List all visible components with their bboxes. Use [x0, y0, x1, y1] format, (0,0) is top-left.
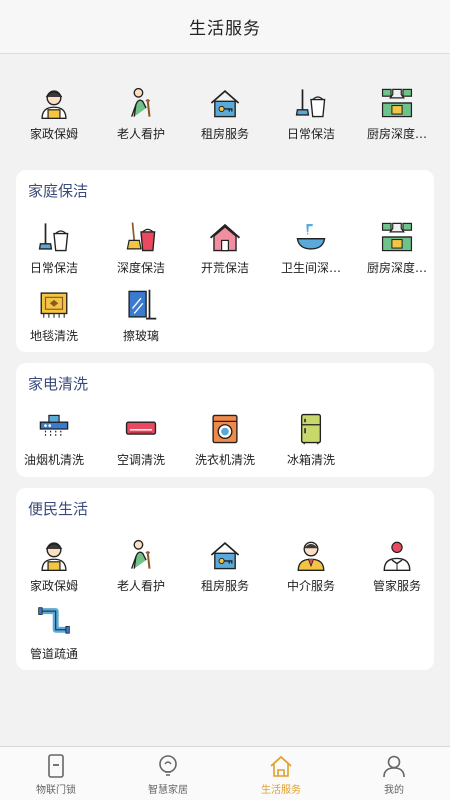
service-label: 开荒保洁 [200, 261, 249, 275]
profile-icon [381, 753, 407, 779]
service-item[interactable]: 租房服务 [180, 538, 270, 602]
pipe-icon [37, 606, 71, 640]
agent-icon [294, 538, 328, 572]
smart-home-icon [155, 753, 181, 779]
tab-label: 智慧家居 [148, 785, 188, 796]
section-title: 便民生活 [28, 500, 89, 518]
section-title: 家庭保洁 [28, 182, 89, 200]
service-label: 深度保洁 [116, 261, 165, 275]
service-item[interactable]: 厨房深度… [352, 86, 442, 150]
service-label: 租房服务 [200, 579, 249, 593]
service-item[interactable]: 空调清洗 [96, 412, 186, 476]
page-header: 生活服务 [0, 0, 450, 54]
service-label: 擦玻璃 [122, 329, 159, 343]
section-title: 家电清洗 [28, 375, 89, 393]
tab-smart-home[interactable]: 智慧家居 [112, 747, 224, 800]
service-label: 空调清洗 [116, 453, 165, 467]
kitchen-icon [380, 86, 414, 120]
service-item[interactable]: 卫生间深… [266, 220, 356, 284]
service-item[interactable]: 油烟机清洗 [9, 412, 99, 476]
service-item[interactable]: 日常保洁 [266, 86, 356, 150]
air-conditioner-icon [124, 412, 158, 446]
service-item[interactable]: 开荒保洁 [180, 220, 270, 284]
elderly-care-icon [124, 86, 158, 120]
nanny-icon [37, 538, 71, 572]
elderly-care-icon [124, 538, 158, 572]
service-label: 厨房深度… [366, 127, 427, 141]
tab-profile[interactable]: 我的 [338, 747, 450, 800]
tab-label: 我的 [384, 785, 404, 796]
service-item[interactable]: 管家服务 [352, 538, 442, 602]
service-label: 老人看护 [116, 127, 165, 141]
service-label: 洗衣机清洗 [194, 453, 255, 467]
service-label: 老人看护 [116, 579, 165, 593]
service-item[interactable]: 老人看护 [96, 86, 186, 150]
service-label: 油烟机清洗 [23, 453, 84, 467]
service-label: 管家服务 [372, 579, 421, 593]
service-item[interactable]: 地毯清洗 [9, 288, 99, 352]
service-label: 日常保洁 [29, 261, 78, 275]
service-item[interactable]: 冰箱清洗 [266, 412, 356, 476]
service-label: 日常保洁 [286, 127, 335, 141]
service-label: 管道疏通 [29, 647, 78, 661]
service-item[interactable]: 租房服务 [180, 86, 270, 150]
service-label: 冰箱清洗 [286, 453, 335, 467]
tab-label: 物联门锁 [36, 785, 76, 796]
butler-icon [380, 538, 414, 572]
kitchen-icon [380, 220, 414, 254]
life-service-icon [268, 753, 294, 779]
washbasin-icon [294, 220, 328, 254]
service-label: 家政保姆 [29, 127, 78, 141]
window-icon [124, 288, 158, 322]
house-icon [208, 220, 242, 254]
service-item[interactable]: 日常保洁 [9, 220, 99, 284]
service-label: 卫生间深… [280, 261, 341, 275]
tab-label: 生活服务 [261, 785, 301, 796]
page-title: 生活服务 [189, 19, 261, 39]
service-item[interactable]: 管道疏通 [9, 606, 99, 670]
service-item[interactable]: 厨房深度… [352, 220, 442, 284]
bottom-tabbar: 物联门锁 智慧家居 生活服务 我的 [0, 746, 450, 800]
house-key-icon [208, 86, 242, 120]
door-lock-icon [43, 753, 69, 779]
service-item[interactable]: 家政保姆 [9, 538, 99, 602]
fridge-icon [294, 412, 328, 446]
carpet-icon [37, 288, 71, 322]
service-label: 地毯清洗 [29, 329, 78, 343]
service-item[interactable]: 擦玻璃 [96, 288, 186, 352]
service-item[interactable]: 老人看护 [96, 538, 186, 602]
service-label: 厨房深度… [366, 261, 427, 275]
service-label: 家政保姆 [29, 579, 78, 593]
service-item[interactable]: 中介服务 [266, 538, 356, 602]
mop-bucket-icon [37, 220, 71, 254]
washing-machine-icon [208, 412, 242, 446]
broom-bucket-icon [124, 220, 158, 254]
service-item[interactable]: 洗衣机清洗 [180, 412, 270, 476]
tab-door-lock[interactable]: 物联门锁 [0, 747, 112, 800]
range-hood-icon [37, 412, 71, 446]
service-item[interactable]: 深度保洁 [96, 220, 186, 284]
service-label: 租房服务 [200, 127, 249, 141]
mop-bucket-icon [294, 86, 328, 120]
service-item[interactable]: 家政保姆 [9, 86, 99, 150]
tab-life-service[interactable]: 生活服务 [225, 747, 337, 800]
nanny-icon [37, 86, 71, 120]
house-key-icon [208, 538, 242, 572]
service-label: 中介服务 [286, 579, 335, 593]
